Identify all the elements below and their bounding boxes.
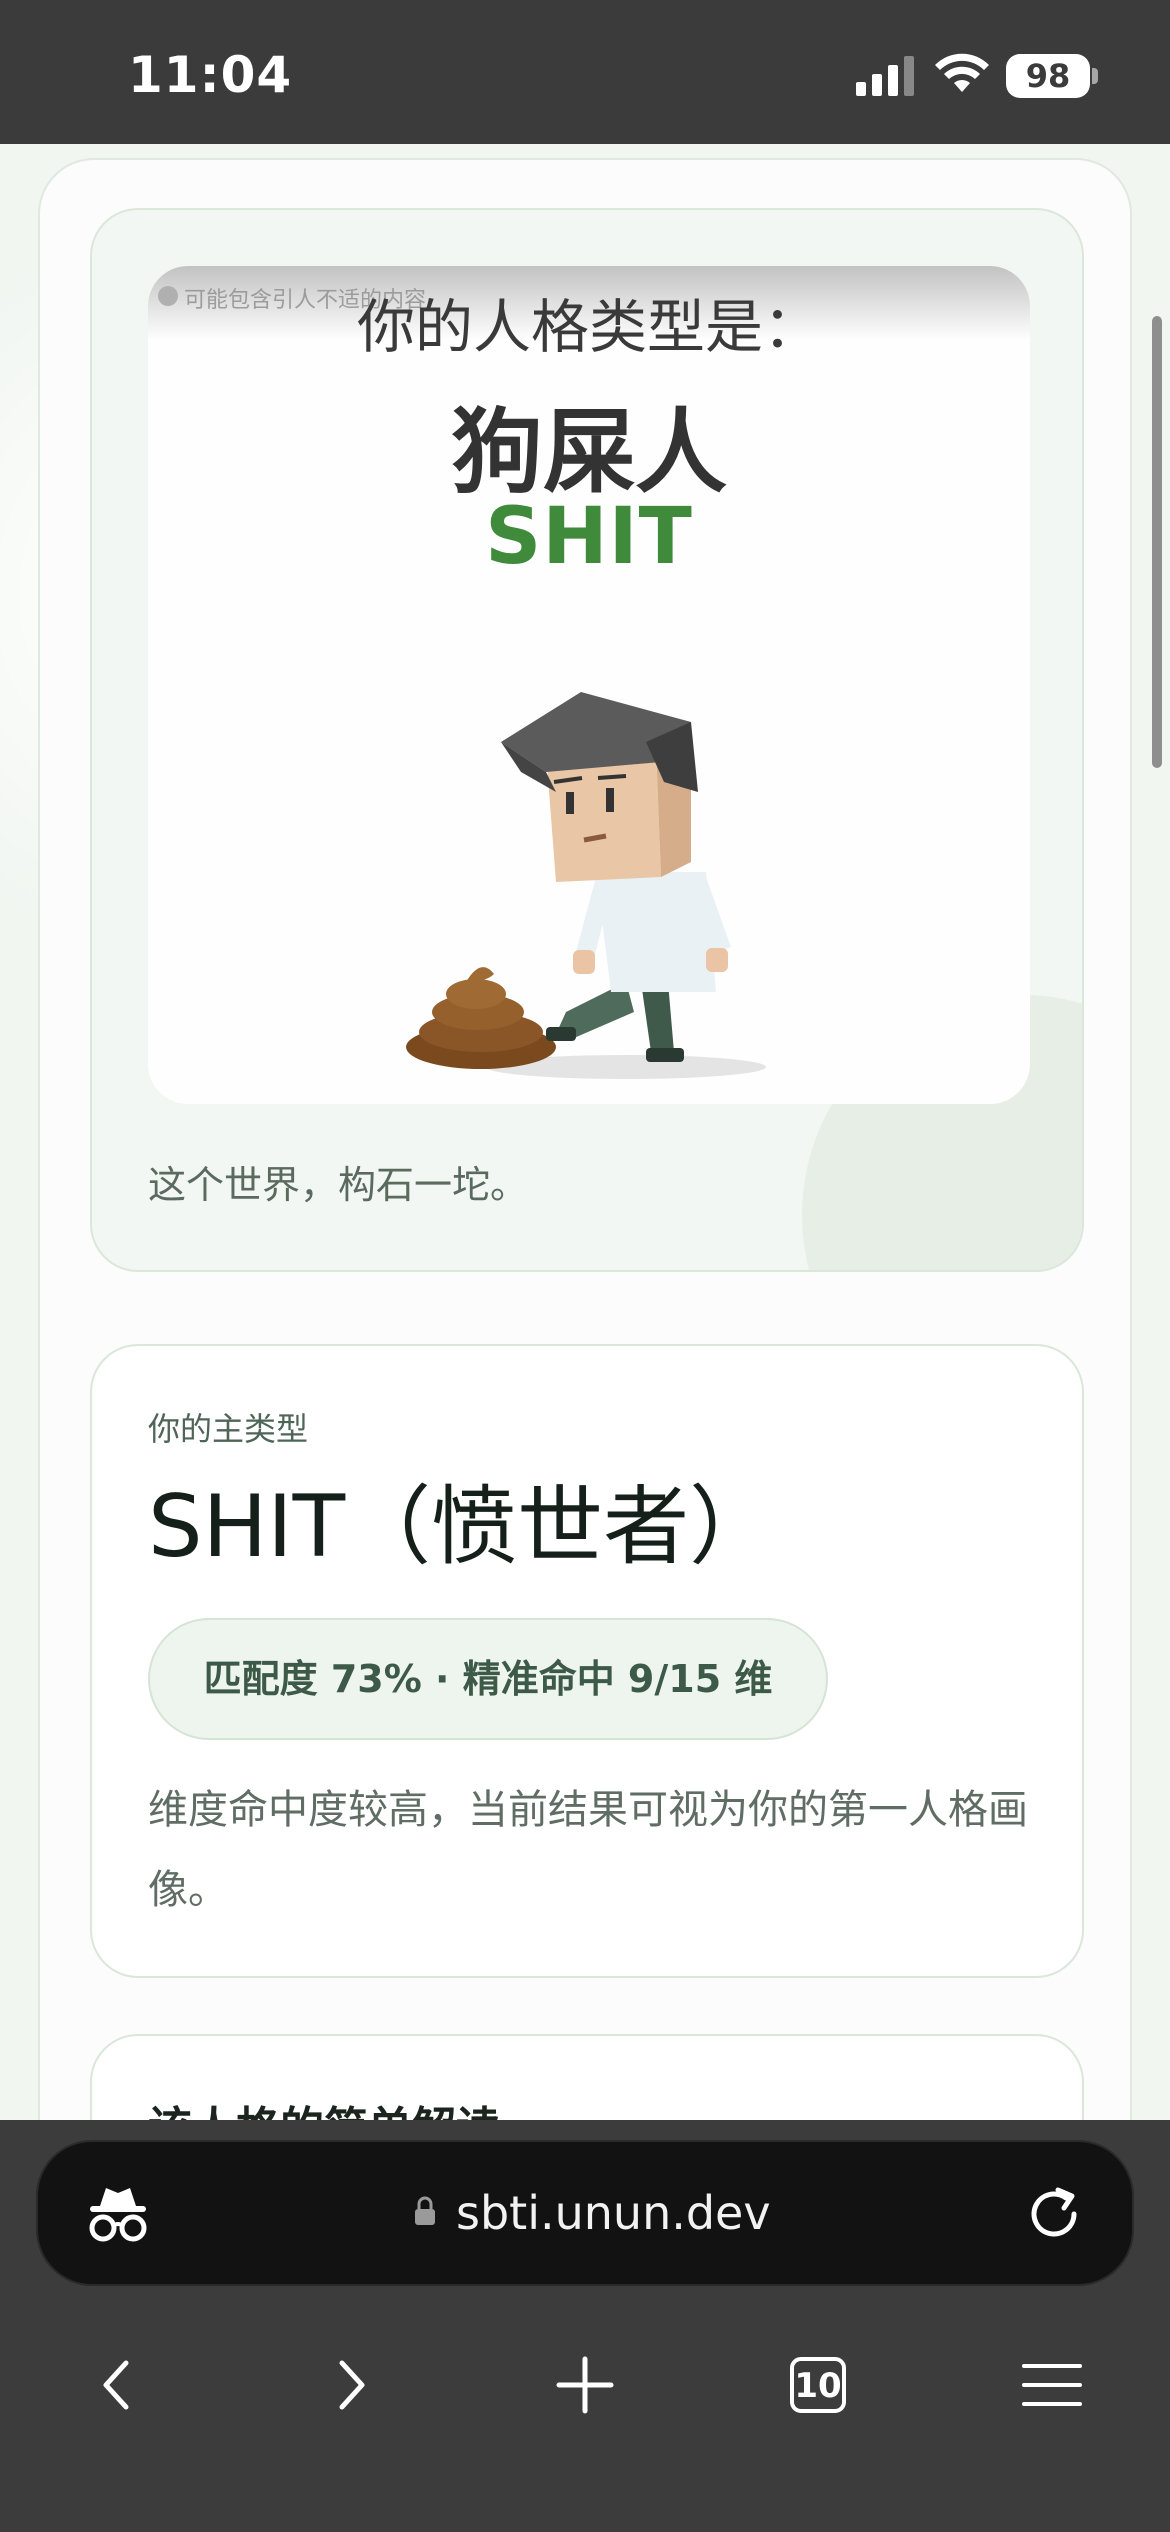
incognito-icon[interactable] [86, 2184, 150, 2244]
menu-button[interactable] [992, 2320, 1112, 2450]
back-button[interactable] [56, 2320, 176, 2450]
personality-tagline: 这个世界，构石一坨。 [148, 1163, 529, 1207]
match-score-badge: 匹配度 73% · 精准命中 9/15 维 [148, 1618, 828, 1740]
chevron-right-icon [339, 2360, 365, 2410]
web-page: 可能包含引人不适的内容 你的人格类型是： 狗屎人 SHIT 这个世界，构石一坨。… [0, 144, 1170, 2144]
chevron-left-icon [103, 2360, 129, 2410]
browser-toolbar: 10 [0, 2320, 1170, 2450]
reload-icon[interactable] [1022, 2182, 1086, 2246]
main-type-name: SHIT（愤世者） [148, 1477, 776, 1577]
personality-poster-image: 可能包含引人不适的内容 你的人格类型是： 狗屎人 SHIT [148, 266, 1030, 1104]
status-bar: 11:04 98 [0, 0, 1170, 144]
wifi-icon [935, 53, 989, 92]
hamburger-menu-icon [1022, 2364, 1082, 2406]
main-type-label: 你的主类型 [148, 1410, 309, 1448]
battery-tip [1092, 68, 1098, 84]
status-time: 11:04 [128, 46, 293, 104]
url-text[interactable]: sbti.unun.dev [456, 2186, 771, 2240]
tabs-count: 10 [794, 2366, 841, 2406]
cartoon-man-kicking-poop-illustration [406, 692, 766, 1079]
page-scrollbar[interactable] [1152, 316, 1162, 768]
new-tab-button[interactable] [525, 2320, 645, 2450]
tabs-button[interactable]: 10 [758, 2320, 878, 2450]
poster-heading: 你的人格类型是： [356, 293, 821, 361]
forward-button[interactable] [292, 2320, 412, 2450]
poster-card: 可能包含引人不适的内容 你的人格类型是： 狗屎人 SHIT 这个世界，构石一坨。 [90, 208, 1084, 1272]
result-container: 可能包含引人不适的内容 你的人格类型是： 狗屎人 SHIT 这个世界，构石一坨。… [38, 158, 1132, 2144]
address-bar[interactable]: sbti.unun.dev [36, 2140, 1134, 2286]
tabs-icon: 10 [790, 2357, 846, 2413]
battery-indicator: 98 [1006, 54, 1090, 98]
match-description: 维度命中度较高，当前结果可视为你的第一人格画像。 [148, 1787, 1028, 1913]
poster-type-code: SHIT [485, 492, 693, 582]
browser-bottom-chrome: sbti.unun.dev 10 [0, 2120, 1170, 2532]
cellular-signal-icon [856, 56, 914, 96]
plus-icon [556, 2356, 614, 2414]
main-type-card: 你的主类型 SHIT（愤世者） 匹配度 73% · 精准命中 9/15 维 维度… [90, 1344, 1084, 1978]
lock-icon [415, 2196, 435, 2225]
